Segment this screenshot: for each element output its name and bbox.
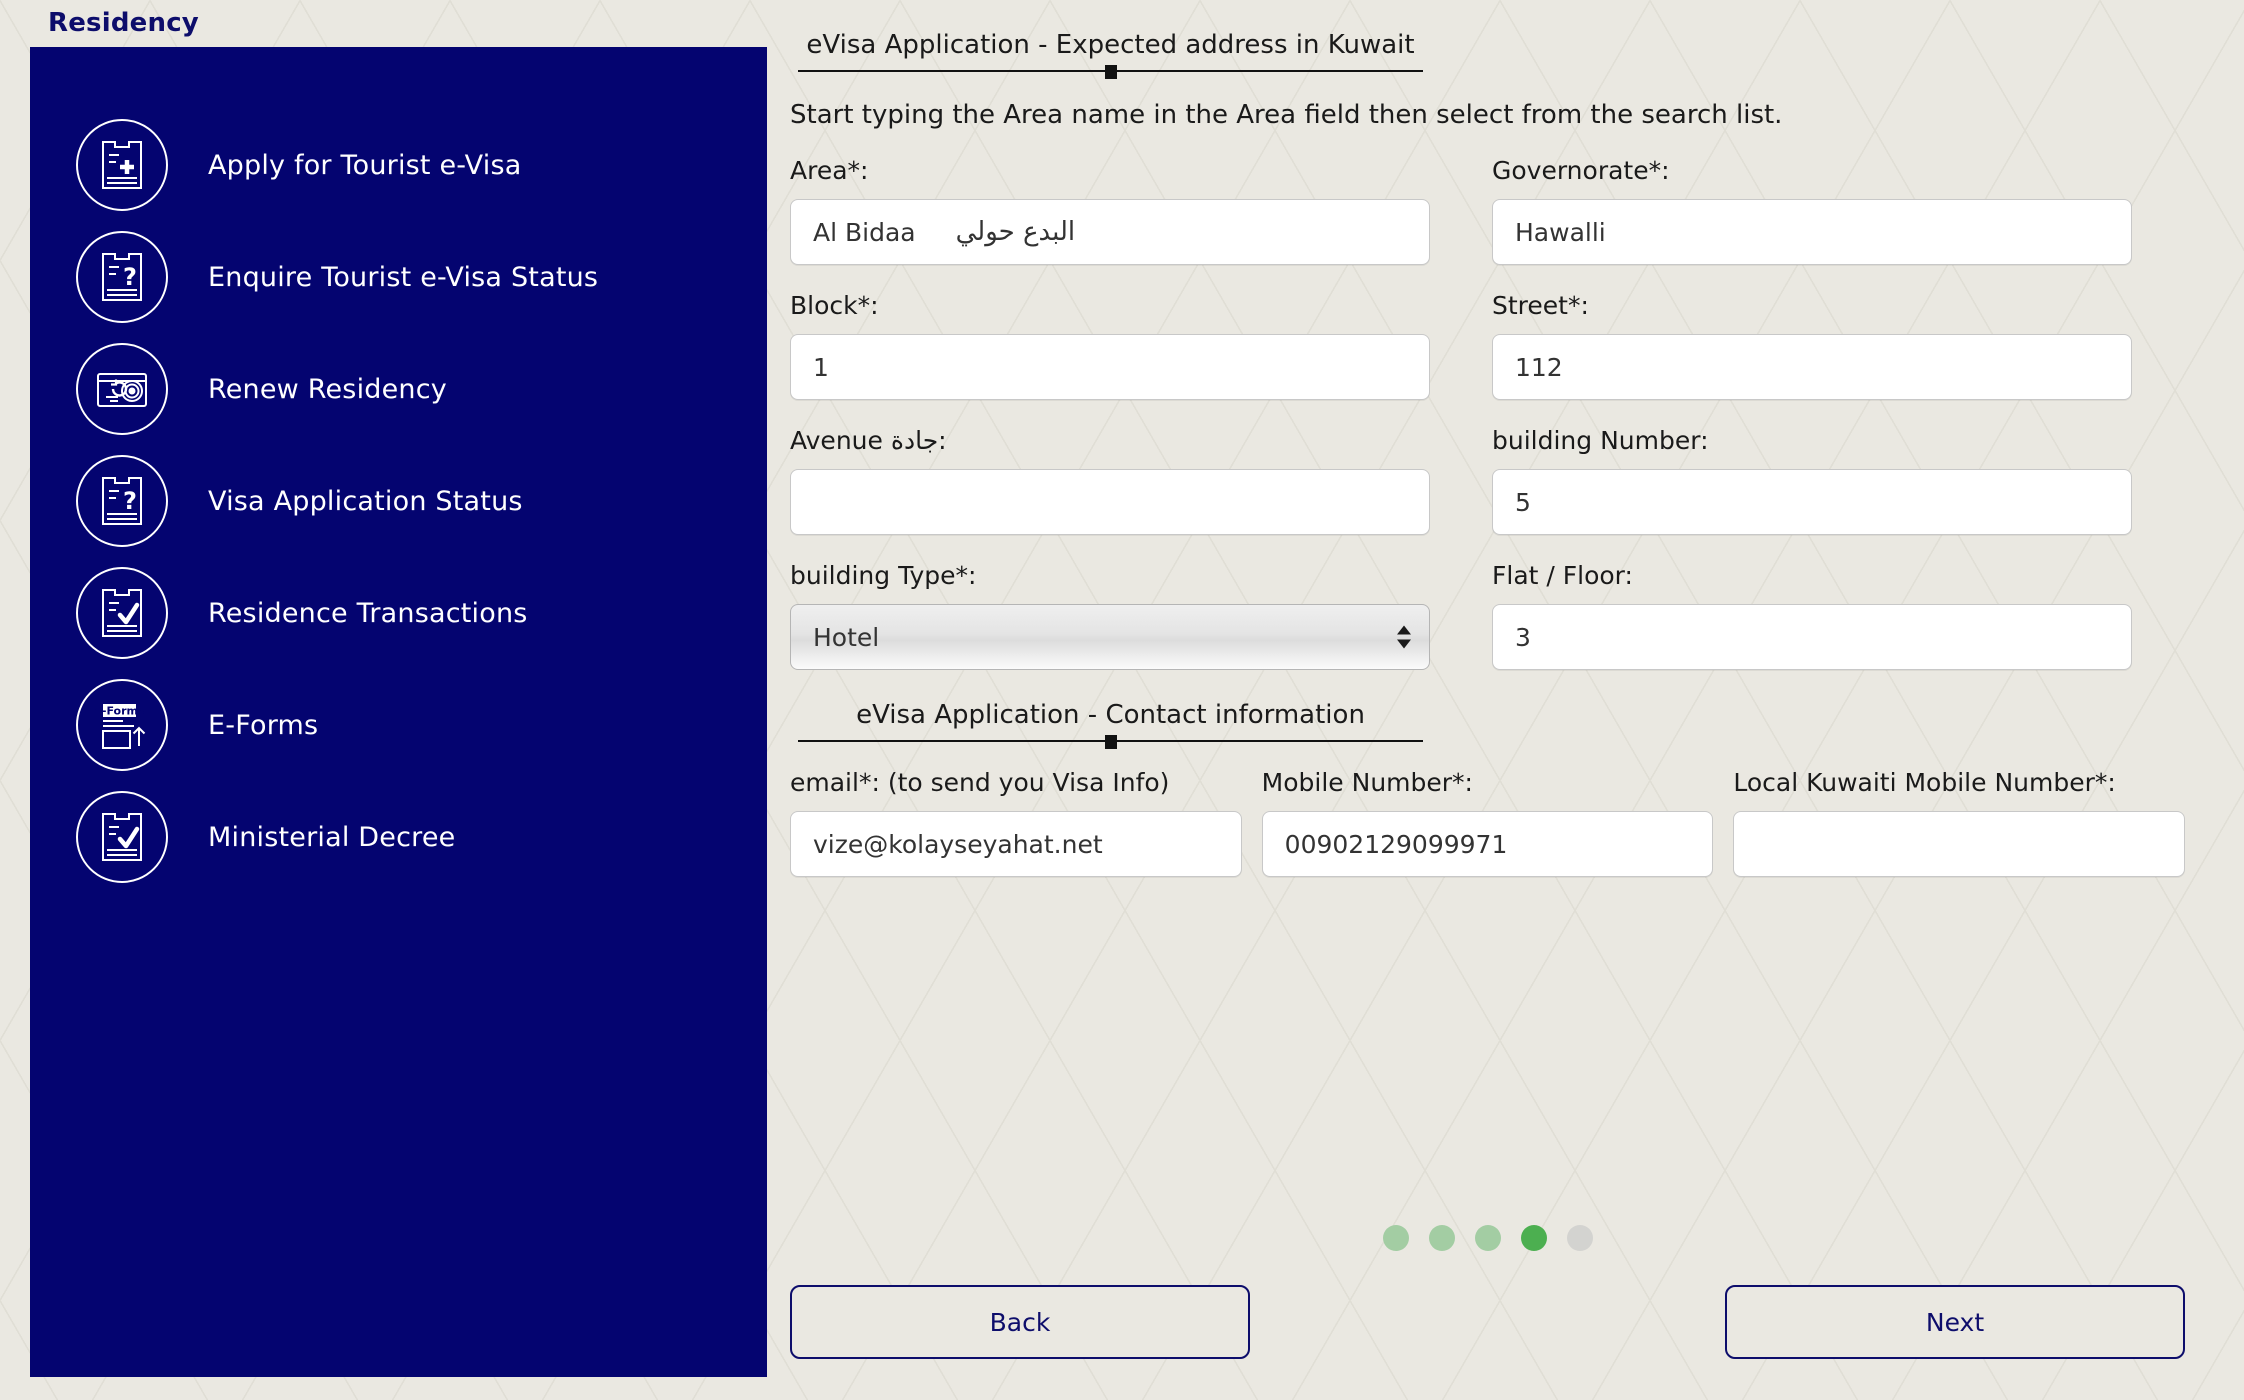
section-rule: [798, 65, 1423, 79]
mobile-input[interactable]: [1261, 811, 1714, 877]
progress-dot[interactable]: [1428, 1225, 1455, 1251]
address-section-title: eVisa Application - Expected address in …: [806, 30, 1415, 60]
chevron-down-icon: [1397, 639, 1411, 649]
section-rule-tick: [1104, 65, 1117, 79]
building-number-label: building Number:: [1492, 426, 1709, 455]
field-group-street: Street*:: [1492, 291, 2132, 400]
sidebar-item-label: Apply for Tourist e-Visa: [208, 149, 522, 181]
section-rule-tick: [1104, 735, 1117, 749]
application-page: Residency Apply for Tourist e-Visa ? Enq…: [0, 0, 2244, 1400]
governorate-input[interactable]: [1492, 199, 2132, 265]
field-group-building-number: building Number:: [1492, 426, 2132, 535]
building-number-input[interactable]: [1492, 469, 2132, 535]
document-plus-icon: [76, 119, 168, 211]
field-group-area: Area*: Al Bidaa البدع حولي: [790, 156, 1430, 265]
block-label: Block*:: [790, 291, 879, 320]
progress-dot[interactable]: [1566, 1225, 1593, 1251]
next-button[interactable]: Next: [1725, 1285, 2185, 1359]
sidebar: Apply for Tourist e-Visa ? Enquire Touri…: [30, 47, 767, 1377]
sidebar-item-label: Residence Transactions: [208, 597, 528, 629]
document-question-icon: ?: [76, 455, 168, 547]
field-group-mobile: Mobile Number*:: [1261, 768, 1714, 877]
sidebar-item-e-forms[interactable]: e-Forms E-Forms: [30, 669, 767, 781]
form-row-avenue-building-number: Avenue جادة: building Number:: [790, 426, 2185, 535]
e-forms-upload-icon: e-Forms: [76, 679, 168, 771]
street-input[interactable]: [1492, 334, 2132, 400]
sidebar-item-renew-residency[interactable]: Renew Residency: [30, 333, 767, 445]
field-group-email: email*: (to send you Visa Info): [790, 768, 1242, 877]
svg-text:e-Forms: e-Forms: [94, 705, 145, 718]
progress-dot[interactable]: [1474, 1225, 1501, 1251]
sidebar-item-label: Visa Application Status: [208, 485, 523, 517]
field-group-avenue: Avenue جادة:: [790, 426, 1430, 535]
form-row-block-street: Block*: Street*:: [790, 291, 2185, 400]
mobile-label: Mobile Number*:: [1261, 768, 1473, 797]
email-label: email*: (to send you Visa Info): [790, 768, 1170, 797]
progress-dots: [790, 1225, 2185, 1251]
area-value-ar: البدع حولي: [955, 217, 1076, 247]
progress-dot[interactable]: [1382, 1225, 1409, 1251]
section-rule: [798, 735, 1423, 749]
flat-floor-label: Flat / Floor:: [1492, 561, 1633, 590]
sidebar-nav-list: Apply for Tourist e-Visa ? Enquire Touri…: [30, 109, 767, 893]
document-check-icon: [76, 567, 168, 659]
sidebar-item-ministerial-decree[interactable]: Ministerial Decree: [30, 781, 767, 893]
svg-text:?: ?: [123, 487, 137, 515]
field-group-local-mobile: Local Kuwaiti Mobile Number*:: [1733, 768, 2186, 877]
sidebar-item-enquire-tourist-e-visa-status[interactable]: ? Enquire Tourist e-Visa Status: [30, 221, 767, 333]
evisa-form-panel: eVisa Application - Expected address in …: [790, 30, 2186, 1370]
governorate-label: Governorate*:: [1492, 156, 1670, 185]
svg-text:?: ?: [123, 263, 137, 291]
sidebar-item-label: Ministerial Decree: [208, 821, 456, 853]
document-question-icon: ?: [76, 231, 168, 323]
field-group-governorate: Governorate*:: [1492, 156, 2132, 265]
field-group-flat-floor: Flat / Floor:: [1492, 561, 2132, 670]
building-type-select[interactable]: Hotel: [790, 604, 1430, 670]
building-type-label: building Type*:: [790, 561, 977, 590]
local-mobile-input[interactable]: [1733, 811, 2186, 877]
sidebar-item-apply-for-tourist-e-visa[interactable]: Apply for Tourist e-Visa: [30, 109, 767, 221]
field-group-block: Block*:: [790, 291, 1430, 400]
flat-floor-input[interactable]: [1492, 604, 2132, 670]
field-group-building-type: building Type*: Hotel: [790, 561, 1430, 670]
select-spinner-icon[interactable]: [1397, 625, 1411, 649]
document-check-icon: [76, 791, 168, 883]
contact-section-header: eVisa Application - Contact information: [798, 700, 1423, 749]
contact-section-title: eVisa Application - Contact information: [856, 700, 1365, 730]
sidebar-item-label: E-Forms: [208, 709, 319, 741]
local-mobile-label: Local Kuwaiti Mobile Number*:: [1733, 768, 2116, 797]
back-button[interactable]: Back: [790, 1285, 1250, 1359]
avenue-input[interactable]: [790, 469, 1430, 535]
area-input[interactable]: Al Bidaa البدع حولي: [790, 199, 1430, 265]
building-type-selected-value: Hotel: [813, 622, 880, 652]
chevron-up-icon: [1397, 625, 1411, 635]
page-title: Residency: [48, 8, 199, 38]
sidebar-item-label: Renew Residency: [208, 373, 447, 405]
sidebar-item-label: Enquire Tourist e-Visa Status: [208, 261, 599, 293]
sidebar-item-visa-application-status[interactable]: ? Visa Application Status: [30, 445, 767, 557]
area-value-en: Al Bidaa: [813, 217, 916, 247]
address-section-header: eVisa Application - Expected address in …: [798, 30, 1423, 79]
form-row-building-type-flat: building Type*: Hotel Flat / Floor:: [790, 561, 2185, 670]
sidebar-item-residence-transactions[interactable]: Residence Transactions: [30, 557, 767, 669]
block-input[interactable]: [790, 334, 1430, 400]
form-navigation-buttons: Back Next: [790, 1285, 2185, 1359]
avenue-label: Avenue جادة:: [790, 426, 947, 455]
residency-card-refresh-icon: [76, 343, 168, 435]
progress-dot-active[interactable]: [1520, 1225, 1547, 1251]
street-label: Street*:: [1492, 291, 1589, 320]
area-search-hint: Start typing the Area name in the Area f…: [790, 100, 1783, 130]
area-label: Area*:: [790, 156, 869, 185]
form-row-area-governorate: Area*: Al Bidaa البدع حولي Governorate*:: [790, 156, 2185, 265]
email-input[interactable]: [790, 811, 1242, 877]
form-row-contact-labels: email*: (to send you Visa Info) Mobile N…: [790, 768, 2186, 877]
